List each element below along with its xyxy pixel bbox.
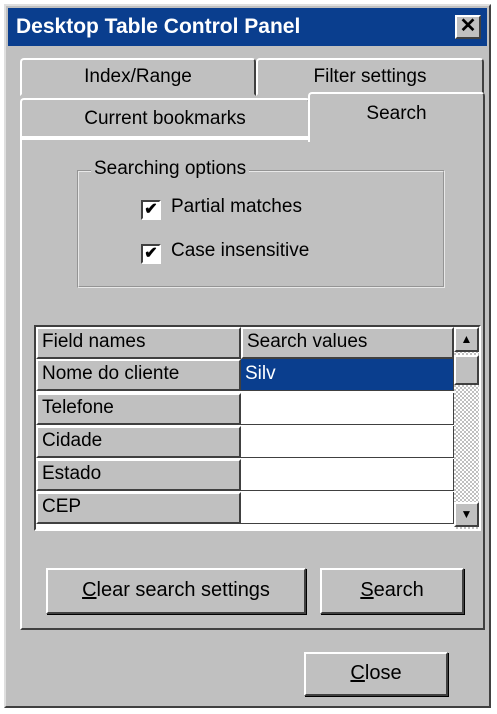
- search-button[interactable]: Search: [320, 568, 464, 614]
- button-label: lear search settings: [96, 579, 270, 601]
- vertical-scrollbar[interactable]: ▲ ▼: [454, 327, 479, 529]
- search-fields-grid: Field names Search values Nome do client…: [34, 325, 481, 531]
- scroll-up-icon[interactable]: ▲: [454, 327, 479, 352]
- case-insensitive-checkbox[interactable]: ✔: [141, 244, 161, 264]
- search-tab-panel: Searching options ✔ Partial matches ✔ Ca…: [20, 138, 485, 630]
- search-value-cell[interactable]: [241, 426, 454, 458]
- scroll-thumb[interactable]: [454, 355, 479, 385]
- checkmark-icon: ✔: [144, 201, 158, 218]
- field-name-cell[interactable]: Nome do cliente: [36, 359, 241, 391]
- title-bar[interactable]: Desktop Table Control Panel ✕: [8, 8, 487, 46]
- partial-matches-label[interactable]: Partial matches: [171, 196, 302, 218]
- column-header-field-names[interactable]: Field names: [36, 327, 241, 359]
- field-name-cell[interactable]: CEP: [36, 492, 241, 524]
- search-value-cell[interactable]: [241, 459, 454, 491]
- button-label: earch: [373, 579, 424, 601]
- accelerator-key: C: [350, 662, 365, 684]
- button-label: lose: [364, 662, 402, 684]
- tab-current-bookmarks[interactable]: Current bookmarks: [20, 98, 310, 138]
- field-name-cell[interactable]: Cidade: [36, 426, 241, 458]
- close-button[interactable]: Close: [304, 652, 448, 696]
- field-name-cell[interactable]: Estado: [36, 459, 241, 491]
- search-value-cell[interactable]: [241, 492, 454, 524]
- accelerator-key: C: [82, 579, 97, 601]
- tab-filter-settings[interactable]: Filter settings: [256, 58, 484, 96]
- tab-label: Index/Range: [84, 66, 192, 87]
- group-title: Searching options: [91, 158, 250, 180]
- field-name-cell[interactable]: Telefone: [36, 393, 241, 425]
- search-value-cell[interactable]: Silv: [241, 359, 454, 391]
- tab-label: Current bookmarks: [84, 108, 246, 129]
- tab-label: Search: [366, 103, 427, 124]
- window-title: Desktop Table Control Panel: [16, 15, 301, 38]
- accelerator-key: S: [360, 579, 374, 601]
- desktop-table-control-panel-window: Desktop Table Control Panel ✕ Index/Rang…: [4, 4, 491, 708]
- partial-matches-checkbox[interactable]: ✔: [141, 200, 161, 220]
- tab-index-range[interactable]: Index/Range: [20, 58, 256, 96]
- clear-search-settings-button[interactable]: Clear search settings: [46, 568, 306, 614]
- searching-options-group: Searching options ✔ Partial matches ✔ Ca…: [77, 158, 445, 288]
- column-header-search-values[interactable]: Search values: [241, 327, 454, 359]
- close-icon[interactable]: ✕: [455, 15, 481, 39]
- tab-label: Filter settings: [313, 66, 427, 87]
- checkmark-icon: ✔: [144, 245, 158, 262]
- case-insensitive-label[interactable]: Case insensitive: [171, 240, 309, 262]
- search-value-cell[interactable]: [241, 393, 454, 425]
- tab-search[interactable]: Search: [308, 92, 485, 142]
- scroll-down-icon[interactable]: ▼: [454, 502, 479, 527]
